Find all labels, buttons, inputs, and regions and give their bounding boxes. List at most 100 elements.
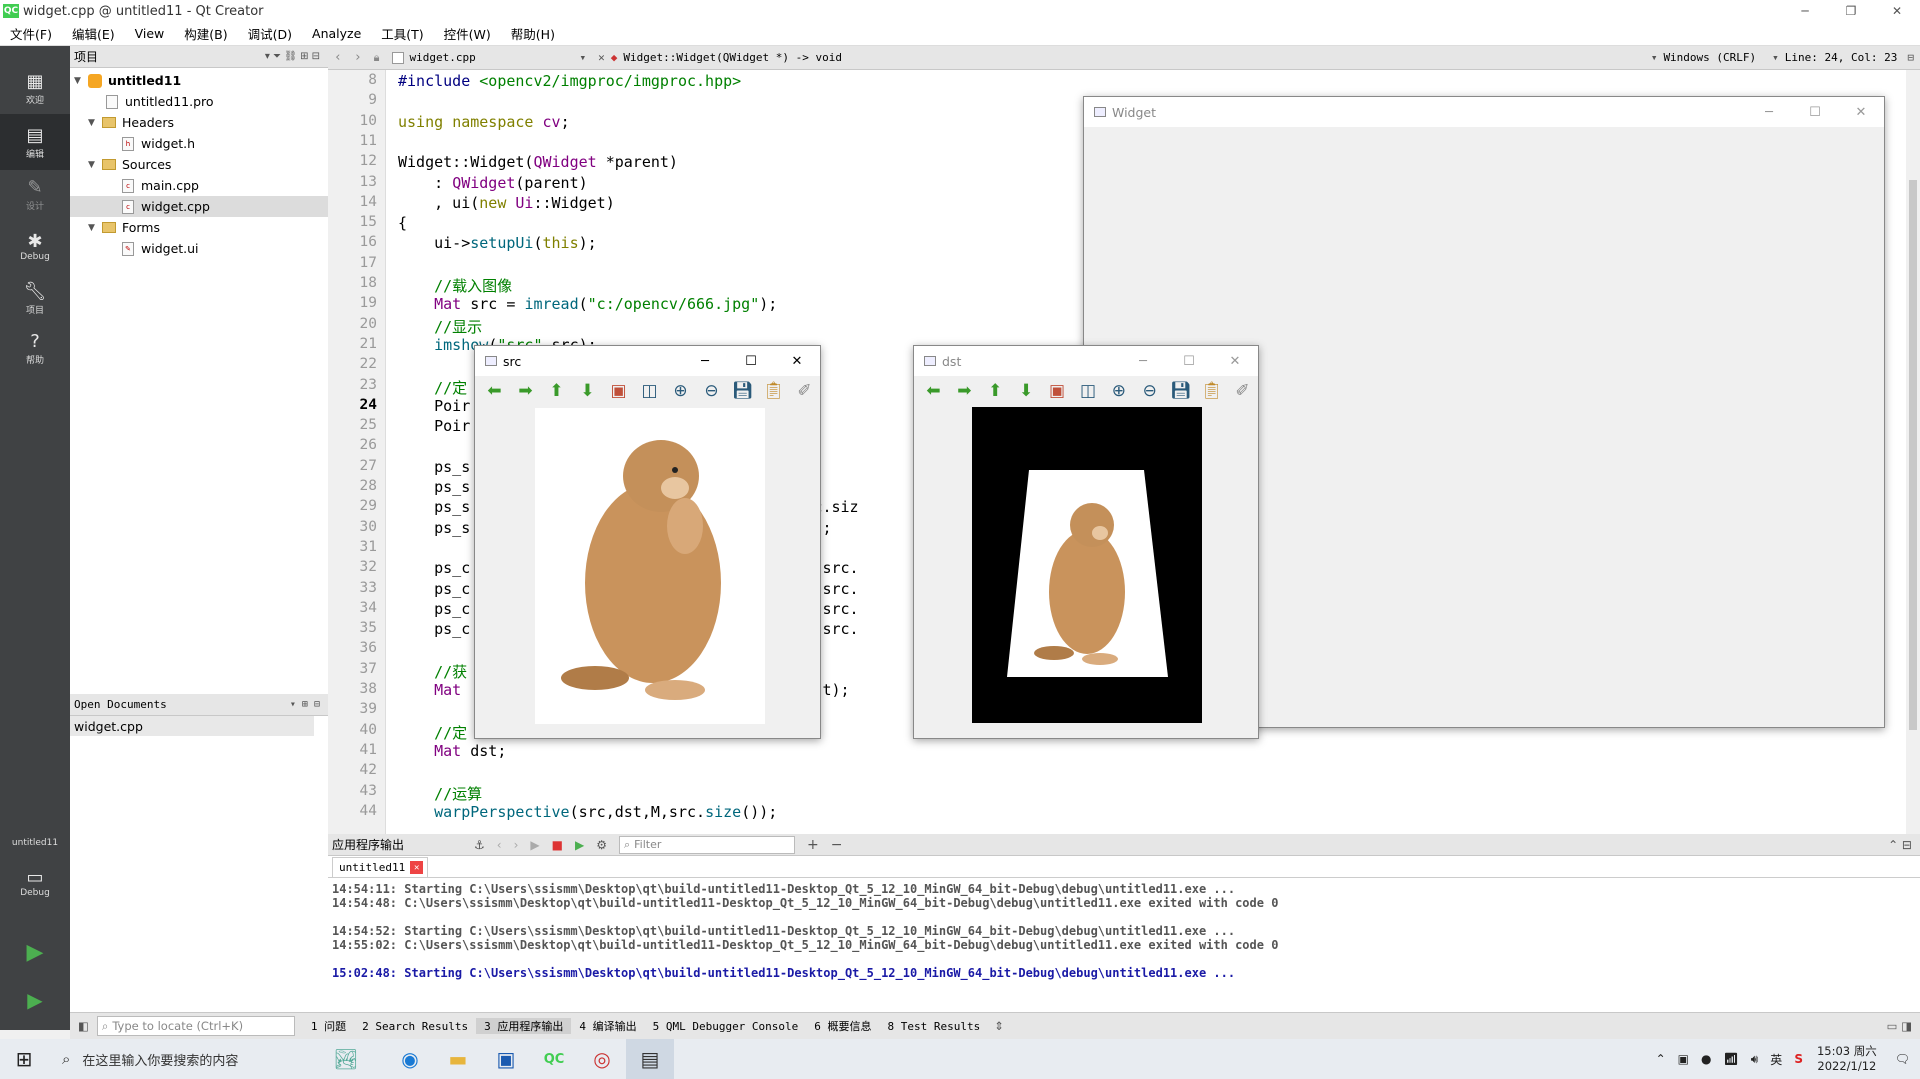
save-icon[interactable]: 💾︎ xyxy=(727,378,758,404)
collapse-arrow-icon[interactable]: ▼ xyxy=(88,118,102,128)
qtcreator-taskbar-icon[interactable]: QC xyxy=(530,1039,578,1079)
pan-up-icon[interactable]: ⬆ xyxy=(980,378,1011,404)
close-icon[interactable]: ✕ xyxy=(774,346,820,376)
pane-tools-icon[interactable]: ▾ ⊞ ⊟ xyxy=(290,699,320,710)
maximize-pane-icon[interactable]: ⌃ ⊟ xyxy=(1880,838,1920,852)
split-icon[interactable]: ⊟ xyxy=(1907,51,1914,64)
collapse-arrow-icon[interactable]: ▼ xyxy=(88,160,102,170)
minimize-icon[interactable]: ─ xyxy=(682,346,728,376)
output-log[interactable]: 14:54:11: Starting C:\Users\ssismm\Deskt… xyxy=(328,878,1920,1008)
tree-widget-cpp[interactable]: c widget.cpp xyxy=(70,196,328,217)
zoom-in-icon[interactable]: ⊕ xyxy=(1103,378,1134,404)
zoom-in-output-icon[interactable]: + xyxy=(801,837,825,853)
zoom-in-icon[interactable]: ⊕ xyxy=(665,378,696,404)
pan-down-icon[interactable]: ⬇ xyxy=(1011,378,1042,404)
tree-widget-h[interactable]: h widget.h xyxy=(122,133,195,154)
active-app-icon[interactable]: ▤ xyxy=(626,1039,674,1079)
output-filter-input[interactable]: ⌕ Filter xyxy=(618,835,795,854)
tree-forms[interactable]: ▼ Forms xyxy=(88,217,160,238)
pane-qml-debugger[interactable]: 5 QML Debugger Console xyxy=(645,1020,807,1033)
properties-icon[interactable]: ✐ xyxy=(789,378,820,404)
zoom-100-icon[interactable]: ◫ xyxy=(634,378,665,404)
tree-sources[interactable]: ▼ Sources xyxy=(88,154,171,175)
attach-icon[interactable]: ⚓︎ xyxy=(468,838,491,852)
pan-left-icon[interactable]: ⬅ xyxy=(918,378,949,404)
symbol-selector[interactable]: Widget::Widget(QWidget *) -> void xyxy=(623,51,1650,64)
chevron-down-icon[interactable]: ▾ xyxy=(580,51,587,64)
stop-icon[interactable]: ■ xyxy=(546,838,569,852)
file-selector[interactable]: widget.cpp xyxy=(410,51,580,64)
network-icon[interactable]: 📶︎ xyxy=(1718,1052,1745,1066)
pane-tools-icon[interactable]: ▾ ⏷ ⛓ ⊞ ⊟ xyxy=(265,51,320,62)
properties-icon[interactable]: ✐ xyxy=(1227,378,1258,404)
taskbar-search[interactable]: ⌕ 在这里输入你要搜索的内容 xyxy=(48,1039,306,1079)
notification-icon[interactable]: 🗨︎ xyxy=(1885,1052,1920,1066)
volume-icon[interactable]: 🔊︎ xyxy=(1745,1052,1765,1067)
tree-widget-ui[interactable]: ✎ widget.ui xyxy=(122,238,199,259)
tray-expand-icon[interactable]: ⌃ xyxy=(1650,1052,1672,1066)
nav-back-icon[interactable]: ‹ xyxy=(491,838,508,852)
zoom-out-icon[interactable]: ⊖ xyxy=(696,378,727,404)
menu-tools[interactable]: 工具(T) xyxy=(371,24,433,43)
open-documents-title[interactable]: Open Documents xyxy=(74,698,167,711)
restore-icon[interactable]: ❐ xyxy=(1828,0,1874,22)
mode-help[interactable]: ? 帮助 xyxy=(0,320,70,376)
pan-down-icon[interactable]: ⬇ xyxy=(572,378,603,404)
tray-status-icon[interactable]: ● xyxy=(1695,1052,1717,1066)
menu-file[interactable]: 文件(F) xyxy=(0,24,62,43)
store-icon[interactable]: ▣ xyxy=(482,1039,530,1079)
pane-issues[interactable]: 1 问题 xyxy=(303,1018,354,1034)
sogou-icon[interactable]: S xyxy=(1788,1052,1809,1066)
mode-projects[interactable]: 🔧︎ 项目 xyxy=(0,270,70,326)
minimize-icon[interactable]: ─ xyxy=(1120,346,1166,376)
file-explorer-icon[interactable]: ▬ xyxy=(434,1039,482,1079)
minimize-icon[interactable]: ─ xyxy=(1746,97,1792,127)
maximize-icon[interactable]: ☐ xyxy=(1792,97,1838,127)
mode-welcome[interactable]: ▦ 欢迎 xyxy=(0,60,70,116)
pan-left-icon[interactable]: ⬅ xyxy=(479,378,510,404)
menu-view[interactable]: View xyxy=(125,26,175,41)
pane-search-results[interactable]: 2 Search Results xyxy=(354,1020,476,1033)
zoom-out-icon[interactable]: ⊖ xyxy=(1134,378,1165,404)
rerun-icon[interactable]: ▶ xyxy=(524,838,545,852)
edge-icon[interactable]: ◉ xyxy=(386,1039,434,1079)
close-file-icon[interactable]: ✕ xyxy=(598,51,605,64)
recorder-icon[interactable]: ◎ xyxy=(578,1039,626,1079)
cursor-position[interactable]: Line: 24, Col: 23 xyxy=(1785,51,1898,64)
close-icon[interactable]: ✕ xyxy=(1838,97,1884,127)
close-icon[interactable]: ✕ xyxy=(1874,0,1920,22)
zoom-100-icon[interactable]: ◫ xyxy=(1073,378,1104,404)
pan-right-icon[interactable]: ➡ xyxy=(510,378,541,404)
kit-selector[interactable]: ▭ Debug xyxy=(0,854,70,910)
tree-main-cpp[interactable]: c main.cpp xyxy=(122,175,199,196)
toggle-sidebar-icon[interactable]: ◧ xyxy=(70,1019,97,1033)
menu-help[interactable]: 帮助(H) xyxy=(501,24,565,43)
locator-input[interactable]: ⌕ Type to locate (Ctrl+K) xyxy=(96,1016,295,1036)
pan-up-icon[interactable]: ⬆ xyxy=(541,378,572,404)
project-pane-title[interactable]: 项目 xyxy=(74,48,98,65)
settings-icon[interactable]: ⚙ xyxy=(590,838,613,852)
clock[interactable]: 15:03 周六 2022/1/12 xyxy=(1809,1044,1885,1074)
menu-debug[interactable]: 调试(D) xyxy=(238,24,302,43)
collapse-arrow-icon[interactable]: ▼ xyxy=(88,223,102,233)
encoding-selector[interactable]: Windows (CRLF) xyxy=(1663,51,1756,64)
search-highlight-icon[interactable]: 🏞︎ xyxy=(306,1039,386,1079)
scrollbar-thumb[interactable] xyxy=(1909,180,1917,730)
menu-widgets[interactable]: 控件(W) xyxy=(434,24,501,43)
menu-edit[interactable]: 编辑(E) xyxy=(62,24,125,43)
close-tab-icon[interactable]: ✕ xyxy=(410,861,424,874)
pane-compile-output[interactable]: 4 编译输出 xyxy=(571,1018,644,1034)
save-icon[interactable]: 💾︎ xyxy=(1165,378,1196,404)
menu-build[interactable]: 构建(B) xyxy=(174,24,237,43)
zoom-out-output-icon[interactable]: − xyxy=(825,837,849,853)
debug-run-button[interactable]: ▶ xyxy=(0,972,70,1028)
menu-analyze[interactable]: Analyze xyxy=(302,26,371,41)
maximize-icon[interactable]: ☐ xyxy=(728,346,774,376)
src-window[interactable]: src ─ ☐ ✕ ⬅ ➡ ⬆ ⬇ ▣ ◫ ⊕ ⊖ 💾︎ 📋︎ ✐ xyxy=(474,345,821,739)
copy-icon[interactable]: 📋︎ xyxy=(1196,378,1227,404)
tree-pro-file[interactable]: untitled11.pro xyxy=(106,91,214,112)
copy-icon[interactable]: 📋︎ xyxy=(758,378,789,404)
open-doc-item[interactable]: widget.cpp xyxy=(70,716,314,736)
minimize-icon[interactable]: ─ xyxy=(1782,0,1828,22)
windows-start-icon[interactable]: ⊞ xyxy=(0,1039,48,1079)
